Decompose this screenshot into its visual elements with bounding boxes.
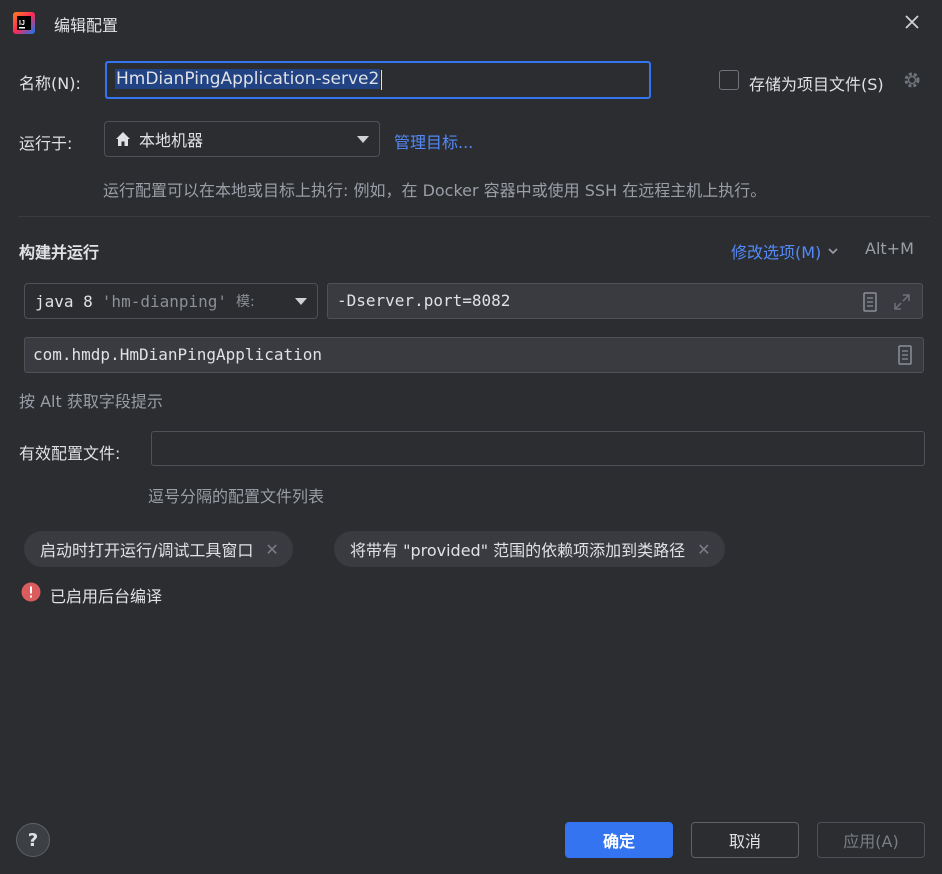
home-icon bbox=[115, 131, 131, 147]
chevron-down-icon bbox=[295, 297, 307, 305]
jdk-version: java 8 bbox=[35, 291, 93, 311]
window-title: 编辑配置 bbox=[54, 16, 119, 35]
jdk-module: 'hm-dianping' bbox=[101, 291, 228, 311]
main-class-field[interactable]: com.hmdp.HmDianPingApplication bbox=[24, 337, 924, 373]
name-label: 名称(N): bbox=[19, 74, 81, 93]
profiles-input[interactable] bbox=[151, 431, 925, 466]
status-text: 已启用后台编译 bbox=[50, 587, 163, 606]
name-input[interactable]: HmDianPingApplication-serve2 bbox=[105, 61, 651, 99]
run-on-hint: 运行配置可以在本地或目标上执行: 例如，在 Docker 容器中或使用 SSH … bbox=[103, 181, 767, 200]
jdk-select[interactable]: java 8 'hm-dianping' 模: bbox=[24, 283, 318, 319]
intellij-logo-icon: IJ bbox=[12, 11, 36, 35]
modify-options-label: 修改选项(M) bbox=[731, 243, 822, 262]
alt-hint: 按 Alt 获取字段提示 bbox=[19, 392, 163, 411]
vm-options-value: -Dserver.port=8082 bbox=[337, 291, 511, 310]
svg-text:IJ: IJ bbox=[19, 20, 25, 27]
close-icon[interactable]: ✕ bbox=[697, 540, 710, 559]
text-caret bbox=[381, 69, 383, 90]
modify-options-link[interactable]: 修改选项(M) bbox=[731, 239, 839, 263]
close-button[interactable] bbox=[898, 8, 926, 36]
run-on-selected: 本地机器 bbox=[139, 131, 204, 150]
chip-open-run-debug-window: 启动时打开运行/调试工具窗口 ✕ bbox=[24, 531, 293, 567]
store-as-file-checkbox[interactable] bbox=[719, 70, 739, 90]
document-icon[interactable] bbox=[897, 345, 913, 369]
vm-options-field[interactable]: -Dserver.port=8082 bbox=[327, 283, 923, 319]
chip-add-provided-deps: 将带有 "provided" 范围的依赖项添加到类路径 ✕ bbox=[334, 531, 725, 567]
chevron-down-icon bbox=[357, 135, 369, 143]
jdk-module-suffix: 模: bbox=[236, 294, 255, 310]
main-class-value: com.hmdp.HmDianPingApplication bbox=[33, 345, 322, 364]
manage-targets-link[interactable]: 管理目标... bbox=[394, 129, 473, 153]
run-on-select[interactable]: 本地机器 bbox=[104, 121, 380, 157]
apply-button[interactable]: 应用(A) bbox=[817, 822, 925, 858]
chevron-down-icon bbox=[828, 248, 838, 255]
help-button[interactable]: ? bbox=[16, 823, 50, 857]
modify-options-shortcut: Alt+M bbox=[865, 239, 914, 258]
run-on-label: 运行于: bbox=[19, 134, 73, 153]
error-icon bbox=[21, 582, 41, 602]
name-input-value: HmDianPingApplication-serve2 bbox=[115, 69, 381, 89]
section-divider bbox=[18, 216, 930, 217]
gear-icon[interactable] bbox=[902, 70, 922, 90]
cancel-button[interactable]: 取消 bbox=[691, 822, 799, 858]
chip-label: 启动时打开运行/调试工具窗口 bbox=[40, 541, 254, 560]
expand-icon[interactable] bbox=[892, 292, 912, 316]
build-run-title: 构建并运行 bbox=[19, 243, 100, 262]
close-icon bbox=[905, 15, 919, 29]
ok-button[interactable]: 确定 bbox=[565, 822, 673, 858]
close-icon[interactable]: ✕ bbox=[265, 540, 278, 559]
document-icon[interactable] bbox=[862, 292, 878, 316]
chip-label: 将带有 "provided" 范围的依赖项添加到类路径 bbox=[350, 541, 686, 560]
profiles-label: 有效配置文件: bbox=[19, 444, 121, 463]
store-as-file-label[interactable]: 存储为项目文件(S) bbox=[749, 71, 884, 95]
profiles-hint: 逗号分隔的配置文件列表 bbox=[148, 487, 325, 506]
